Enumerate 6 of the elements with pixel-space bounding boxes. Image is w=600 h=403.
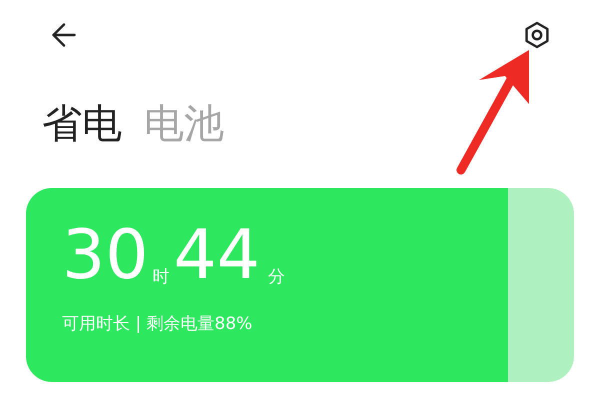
hours-unit: 时 [152,269,170,286]
minutes-value: 44 [174,224,260,288]
minutes-unit: 分 [268,269,286,286]
tab[interactable]: 省电 [42,104,122,144]
hours-value: 30 [62,224,149,288]
battery-caption: 可用时长 | 剩余电量88% [62,313,254,336]
